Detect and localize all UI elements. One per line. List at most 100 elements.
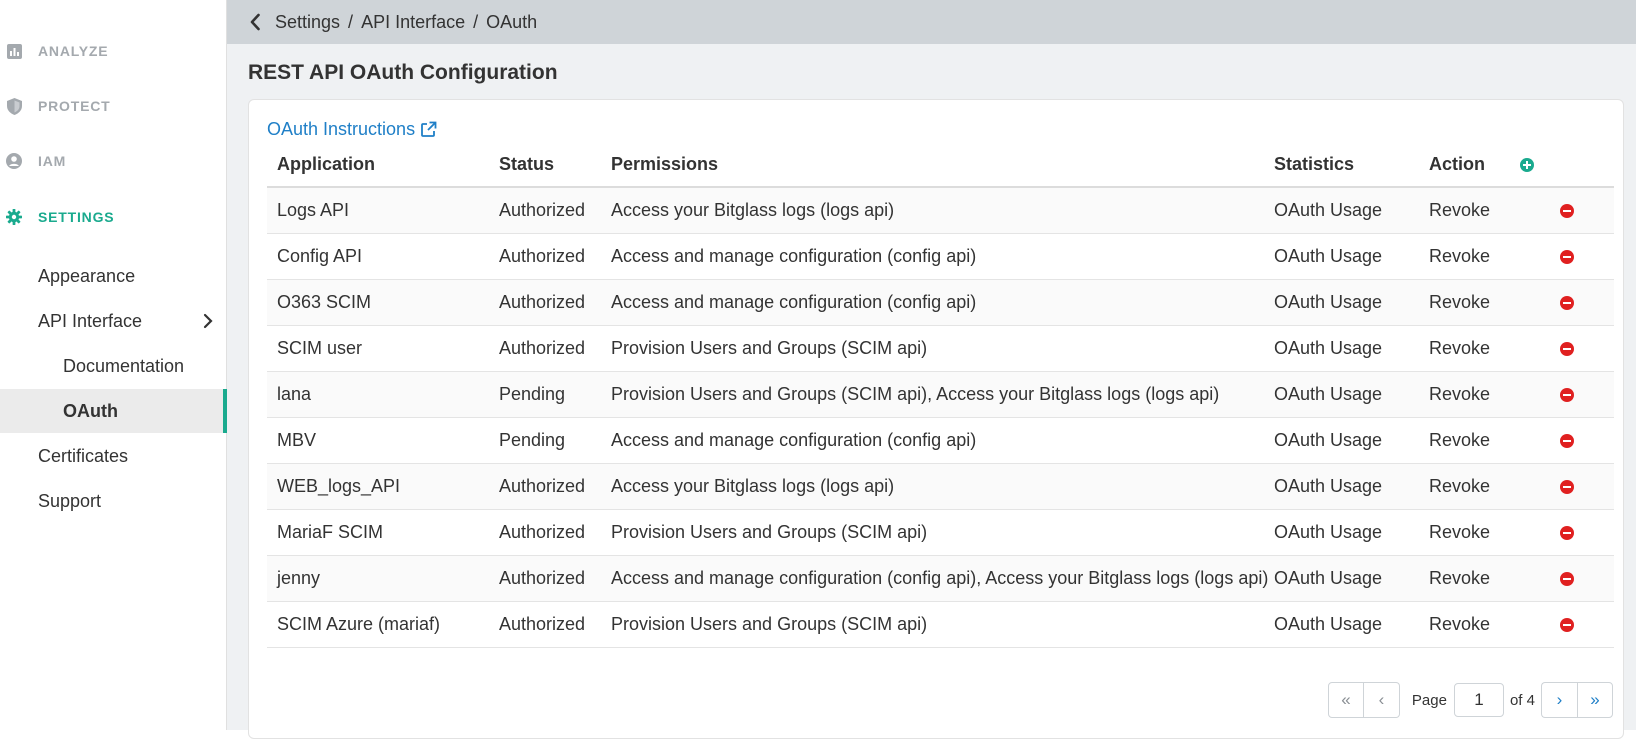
last-page-button[interactable]: » (1577, 682, 1613, 718)
sidebar-item-label: Documentation (63, 355, 185, 376)
remove-application-button[interactable] (1519, 463, 1614, 510)
status-text: Authorized (489, 601, 601, 648)
nav-iam[interactable]: IAM (0, 146, 66, 176)
application-link[interactable]: O363 SCIM (267, 279, 489, 326)
application-link[interactable]: lana (267, 371, 489, 418)
table-row: MBV Pending Access and manage configurat… (267, 417, 1614, 464)
sidebar-item-api-interface[interactable]: API Interface (0, 299, 227, 343)
sidebar-item-label: OAuth (63, 400, 118, 421)
sidebar-item-label: Appearance (38, 265, 136, 286)
remove-application-button[interactable] (1519, 325, 1614, 372)
application-link[interactable]: WEB_logs_API (267, 463, 489, 510)
revoke-link[interactable]: Revoke (1419, 279, 1519, 326)
oauth-usage-link[interactable]: OAuth Usage (1264, 509, 1419, 556)
status-text: Authorized (489, 509, 601, 556)
application-link[interactable]: Logs API (267, 187, 489, 234)
oauth-table: Application Status Permissions Statistic… (267, 142, 1614, 648)
oauth-usage-link[interactable]: OAuth Usage (1264, 417, 1419, 464)
application-link[interactable]: MariaF SCIM (267, 509, 489, 556)
revoke-link[interactable]: Revoke (1419, 601, 1519, 648)
oauth-usage-link[interactable]: OAuth Usage (1264, 601, 1419, 648)
oauth-usage-link[interactable]: OAuth Usage (1264, 279, 1419, 326)
revoke-link[interactable]: Revoke (1419, 417, 1519, 464)
remove-application-button[interactable] (1519, 417, 1614, 464)
minus-circle-icon (1559, 525, 1575, 541)
nav-settings[interactable]: SETTINGS (0, 202, 114, 232)
breadcrumb-settings[interactable]: Settings (275, 12, 340, 33)
remove-application-button[interactable] (1519, 187, 1614, 234)
add-application-button[interactable] (1519, 142, 1614, 188)
oauth-usage-link[interactable]: OAuth Usage (1264, 325, 1419, 372)
permissions-text: Provision Users and Groups (SCIM api) (601, 325, 1264, 372)
oauth-usage-link[interactable]: OAuth Usage (1264, 233, 1419, 280)
remove-application-button[interactable] (1519, 555, 1614, 602)
chevron-left-icon[interactable] (249, 13, 261, 31)
status-text: Authorized (489, 187, 601, 234)
minus-circle-icon (1559, 617, 1575, 633)
oauth-usage-link[interactable]: OAuth Usage (1264, 371, 1419, 418)
nav-analyze[interactable]: ANALYZE (0, 36, 108, 66)
revoke-link[interactable]: Revoke (1419, 325, 1519, 372)
next-page-button[interactable]: › (1541, 682, 1577, 718)
remove-application-button[interactable] (1519, 509, 1614, 556)
revoke-link[interactable]: Revoke (1419, 555, 1519, 602)
first-page-button[interactable]: « (1327, 682, 1364, 718)
minus-circle-icon (1559, 295, 1575, 311)
permissions-text: Provision Users and Groups (SCIM api) (601, 601, 1264, 648)
chevron-right-icon (203, 313, 213, 334)
application-link[interactable]: Config API (267, 233, 489, 280)
table-row: Logs API Authorized Access your Bitglass… (267, 187, 1614, 234)
pagination: « ‹ Page of 4 › » (1327, 681, 1613, 719)
remove-application-button[interactable] (1519, 371, 1614, 418)
external-link-icon (420, 121, 437, 138)
status-text: Pending (489, 371, 601, 418)
revoke-link[interactable]: Revoke (1419, 187, 1519, 234)
remove-application-button[interactable] (1519, 233, 1614, 280)
oauth-instructions-link[interactable]: OAuth Instructions (267, 119, 437, 140)
oauth-usage-link[interactable]: OAuth Usage (1264, 187, 1419, 234)
gear-icon (6, 209, 22, 225)
chart-icon (6, 43, 22, 59)
breadcrumb-api-interface[interactable]: API Interface (361, 12, 465, 33)
remove-application-button[interactable] (1519, 279, 1614, 326)
remove-application-button[interactable] (1519, 601, 1614, 648)
oauth-usage-link[interactable]: OAuth Usage (1264, 463, 1419, 510)
plus-circle-icon (1519, 157, 1535, 173)
table-row: SCIM user Authorized Provision Users and… (267, 325, 1614, 372)
nav-protect-label: PROTECT (38, 98, 111, 114)
revoke-link[interactable]: Revoke (1419, 463, 1519, 510)
revoke-link[interactable]: Revoke (1419, 509, 1519, 556)
nav-settings-label: SETTINGS (38, 209, 115, 225)
sidebar-item-documentation[interactable]: Documentation (0, 344, 227, 388)
permissions-text: Access and manage configuration (config … (601, 279, 1264, 326)
application-link[interactable]: SCIM Azure (mariaf) (267, 601, 489, 648)
page-label: Page (1411, 691, 1447, 709)
nav-protect[interactable]: PROTECT (0, 91, 111, 121)
sidebar: ANALYZE PROTECT IAM SETTINGS Appearance … (0, 0, 227, 730)
prev-page-button[interactable]: ‹ (1363, 682, 1400, 718)
sidebar-item-label: API Interface (38, 310, 143, 331)
page-number-input[interactable] (1453, 683, 1504, 717)
table-row: SCIM Azure (mariaf) Authorized Provision… (267, 601, 1614, 648)
sidebar-item-appearance[interactable]: Appearance (0, 254, 227, 298)
sidebar-item-oauth[interactable]: OAuth (0, 389, 227, 433)
permissions-text: Access your Bitglass logs (logs api) (601, 463, 1264, 510)
breadcrumb-oauth: OAuth (486, 11, 538, 32)
minus-circle-icon (1559, 341, 1575, 357)
status-text: Authorized (489, 279, 601, 326)
application-link[interactable]: jenny (267, 555, 489, 602)
revoke-link[interactable]: Revoke (1419, 233, 1519, 280)
application-link[interactable]: MBV (267, 417, 489, 464)
table-row: lana Pending Provision Users and Groups … (267, 371, 1614, 418)
col-header-application: Application (267, 142, 489, 188)
sidebar-item-label: Support (38, 490, 102, 511)
col-header-statistics: Statistics (1264, 142, 1419, 188)
oauth-instructions-label: OAuth Instructions (267, 119, 416, 139)
sidebar-item-support[interactable]: Support (0, 479, 227, 523)
oauth-usage-link[interactable]: OAuth Usage (1264, 555, 1419, 602)
minus-circle-icon (1559, 479, 1575, 495)
application-link[interactable]: SCIM user (267, 325, 489, 372)
sidebar-item-certificates[interactable]: Certificates (0, 434, 227, 478)
revoke-link[interactable]: Revoke (1419, 371, 1519, 418)
col-header-permissions: Permissions (601, 142, 1264, 188)
